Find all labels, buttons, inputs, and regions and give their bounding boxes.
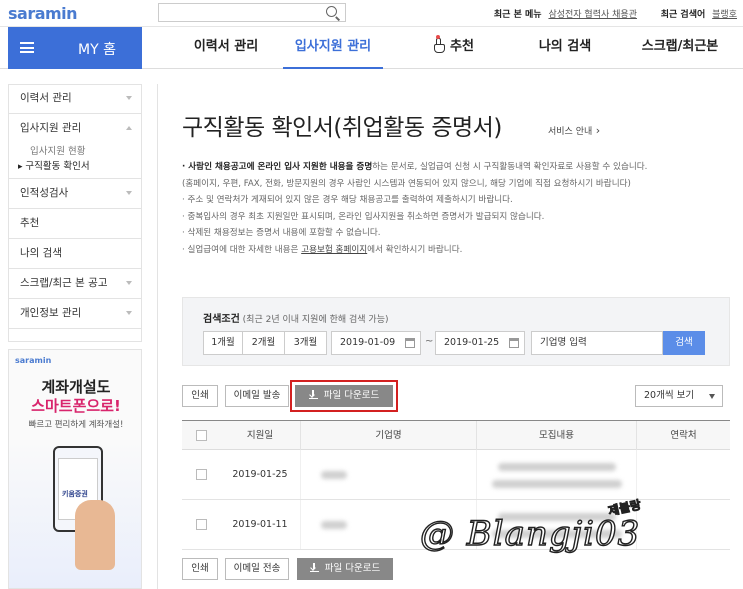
info-line-5: · 삭제된 채용정보는 증명서 내용에 포함할 수 없습니다. [182, 228, 381, 239]
column-header-contact: 연락처 [636, 421, 730, 450]
ad-banner[interactable]: saramin 계좌개설도 스마트폰으로! 빠르고 편리하게 계좌개설! 키움증… [8, 349, 142, 589]
file-download-label: 파일 다운로드 [324, 563, 381, 574]
my-home-button[interactable]: MY 홈 [8, 27, 142, 69]
info-line-4: · 중복입사의 경우 최초 지원일만 표시되며, 온라인 입사지원을 취소하면 … [182, 211, 545, 222]
chevron-down-icon [709, 394, 715, 399]
search-condition-note: (최근 2년 이내 지원에 한해 검색 가능) [239, 315, 389, 325]
per-page-value: 20개씩 보기 [644, 390, 695, 401]
tab-recommend[interactable]: 추천 [418, 27, 488, 69]
per-page-select[interactable]: 20개씩 보기 [635, 385, 723, 407]
table-row: 2019-01-25 [182, 450, 730, 500]
ad-headline-1: 계좌개설도 [41, 378, 111, 396]
info-line-6-pre: · 실업급여에 대한 자세한 내용은 [182, 244, 302, 255]
recent-search-label: 최근 검색어 [660, 10, 706, 20]
sidebar-frame [8, 84, 142, 342]
ad-subline: 빠르고 편리하게 계좌개설! [28, 420, 124, 430]
date-to-value: 2019-01-25 [444, 337, 500, 348]
date-range-tilde: ~ [425, 336, 434, 347]
row-date: 2019-01-25 [232, 469, 288, 480]
tab-applications[interactable]: 입사지원 관리 [283, 27, 383, 69]
print-button[interactable]: 인쇄 [182, 385, 218, 407]
info-line-6: · 실업급여에 대한 자세한 내용은 고용보험 홈페이지에서 확인하시기 바랍니… [182, 242, 730, 259]
download-icon [309, 563, 319, 572]
info-line-1-rest: 하는 문서로, 실업급여 신청 시 구직활동내역 확인자료로 사용할 수 있습니… [372, 162, 648, 172]
search-condition-label: 검색조건 (최근 2년 이내 지원에 한해 검색 가능) [203, 310, 389, 325]
search-panel: 검색조건 (최근 2년 이내 지원에 한해 검색 가능) 1개월 2개월 3개월… [182, 297, 730, 366]
period-3-month-button[interactable]: 3개월 [285, 331, 327, 355]
period-2-month-button[interactable]: 2개월 [243, 331, 285, 355]
row-checkbox[interactable] [196, 469, 207, 480]
date-from-value: 2019-01-09 [340, 337, 396, 348]
column-header-date: 지원일 [246, 430, 274, 441]
period-1-month-button[interactable]: 1개월 [203, 331, 243, 355]
recent-search-link[interactable]: 블랭호 [712, 10, 737, 20]
search-icon[interactable] [326, 6, 337, 17]
row-position-blurred [476, 450, 636, 499]
row-contact [636, 500, 730, 549]
email-send-button-bottom[interactable]: 이메일 전송 [225, 558, 289, 580]
company-name-input[interactable]: 기업명 입력 [531, 331, 663, 355]
print-button-bottom[interactable]: 인쇄 [182, 558, 218, 580]
file-download-button-bottom[interactable]: 파일 다운로드 [297, 558, 393, 580]
date-to-field[interactable]: 2019-01-25 [435, 331, 525, 355]
row-company-blurred [300, 450, 476, 499]
tab-my-search[interactable]: 나의 검색 [525, 27, 605, 69]
download-highlight-box [290, 380, 398, 412]
table-header: 지원일 기업명 모집내용 연락처 [182, 420, 730, 450]
info-line-2: (홈페이지, 우편, FAX, 전화, 방문지원의 경우 사람인 시스템과 연동… [182, 178, 631, 189]
recent-menu-label: 최근 본 메뉴 [493, 10, 542, 20]
info-line-1-bold: · 사람인 채용공고에 온라인 입사 지원한 내용을 증명 [182, 162, 373, 172]
recent-menu-link[interactable]: 삼성전자 협력사 채용관 [548, 10, 637, 20]
info-line-1: · 사람인 채용공고에 온라인 입사 지원한 내용을 증명하는 문서로, 실업급… [182, 159, 730, 176]
watermark: @ Blangji03 [419, 513, 641, 554]
phone-brand-text: 키움증권 [62, 490, 88, 498]
row-contact [636, 450, 730, 499]
top-bar: saramin 최근 본 메뉴 삼성전자 협력사 채용관 최근 검색어 블랭호 [0, 0, 743, 27]
calendar-icon[interactable] [405, 338, 415, 348]
info-notice: · 사람인 채용공고에 온라인 입사 지원한 내용을 증명하는 문서로, 실업급… [182, 159, 730, 259]
ad-headline-2: 스마트폰으로! [31, 397, 121, 415]
recent-info: 최근 본 메뉴 삼성전자 협력사 채용관 최근 검색어 블랭호 [494, 7, 737, 20]
column-header-position: 모집내용 [476, 421, 636, 450]
main-nav: MY 홈 이력서 관리 입사지원 관리 추천 나의 검색 스크랩/최근본 [0, 27, 743, 69]
info-line-6-post: 에서 확인하시기 바랍니다. [367, 244, 463, 255]
date-from-field[interactable]: 2019-01-09 [331, 331, 421, 355]
pointing-hand-icon [432, 35, 446, 53]
calendar-icon[interactable] [509, 338, 519, 348]
search-button[interactable]: 검색 [663, 331, 705, 355]
hand-icon [75, 500, 115, 570]
saramin-logo[interactable]: saramin [8, 4, 78, 23]
tab-scrap-recent[interactable]: 스크랩/최근본 [630, 27, 730, 69]
info-line-3: · 주소 및 연락처가 게재되어 있지 않은 경우 해당 채용공고를 출력하여 … [182, 195, 513, 206]
row-checkbox[interactable] [196, 519, 207, 530]
select-all-checkbox[interactable] [196, 430, 207, 441]
tab-recommend-label: 추천 [450, 39, 474, 54]
email-send-button[interactable]: 이메일 발송 [225, 385, 289, 407]
page-title: 구직활동 확인서(취업활동 증명서) [182, 115, 502, 141]
ad-logo: saramin [15, 356, 52, 365]
employment-insurance-link[interactable]: 고용보험 홈페이지 [301, 245, 367, 255]
row-date: 2019-01-11 [232, 519, 288, 530]
tab-resume[interactable]: 이력서 관리 [183, 27, 269, 69]
service-info-link[interactable]: 서비스 안내 [548, 124, 600, 137]
search-input[interactable] [158, 3, 346, 22]
my-home-label: MY 홈 [78, 42, 116, 58]
search-condition-title: 검색조건 [203, 314, 240, 325]
hamburger-menu-icon[interactable] [20, 42, 34, 53]
column-header-company: 기업명 [300, 421, 476, 450]
